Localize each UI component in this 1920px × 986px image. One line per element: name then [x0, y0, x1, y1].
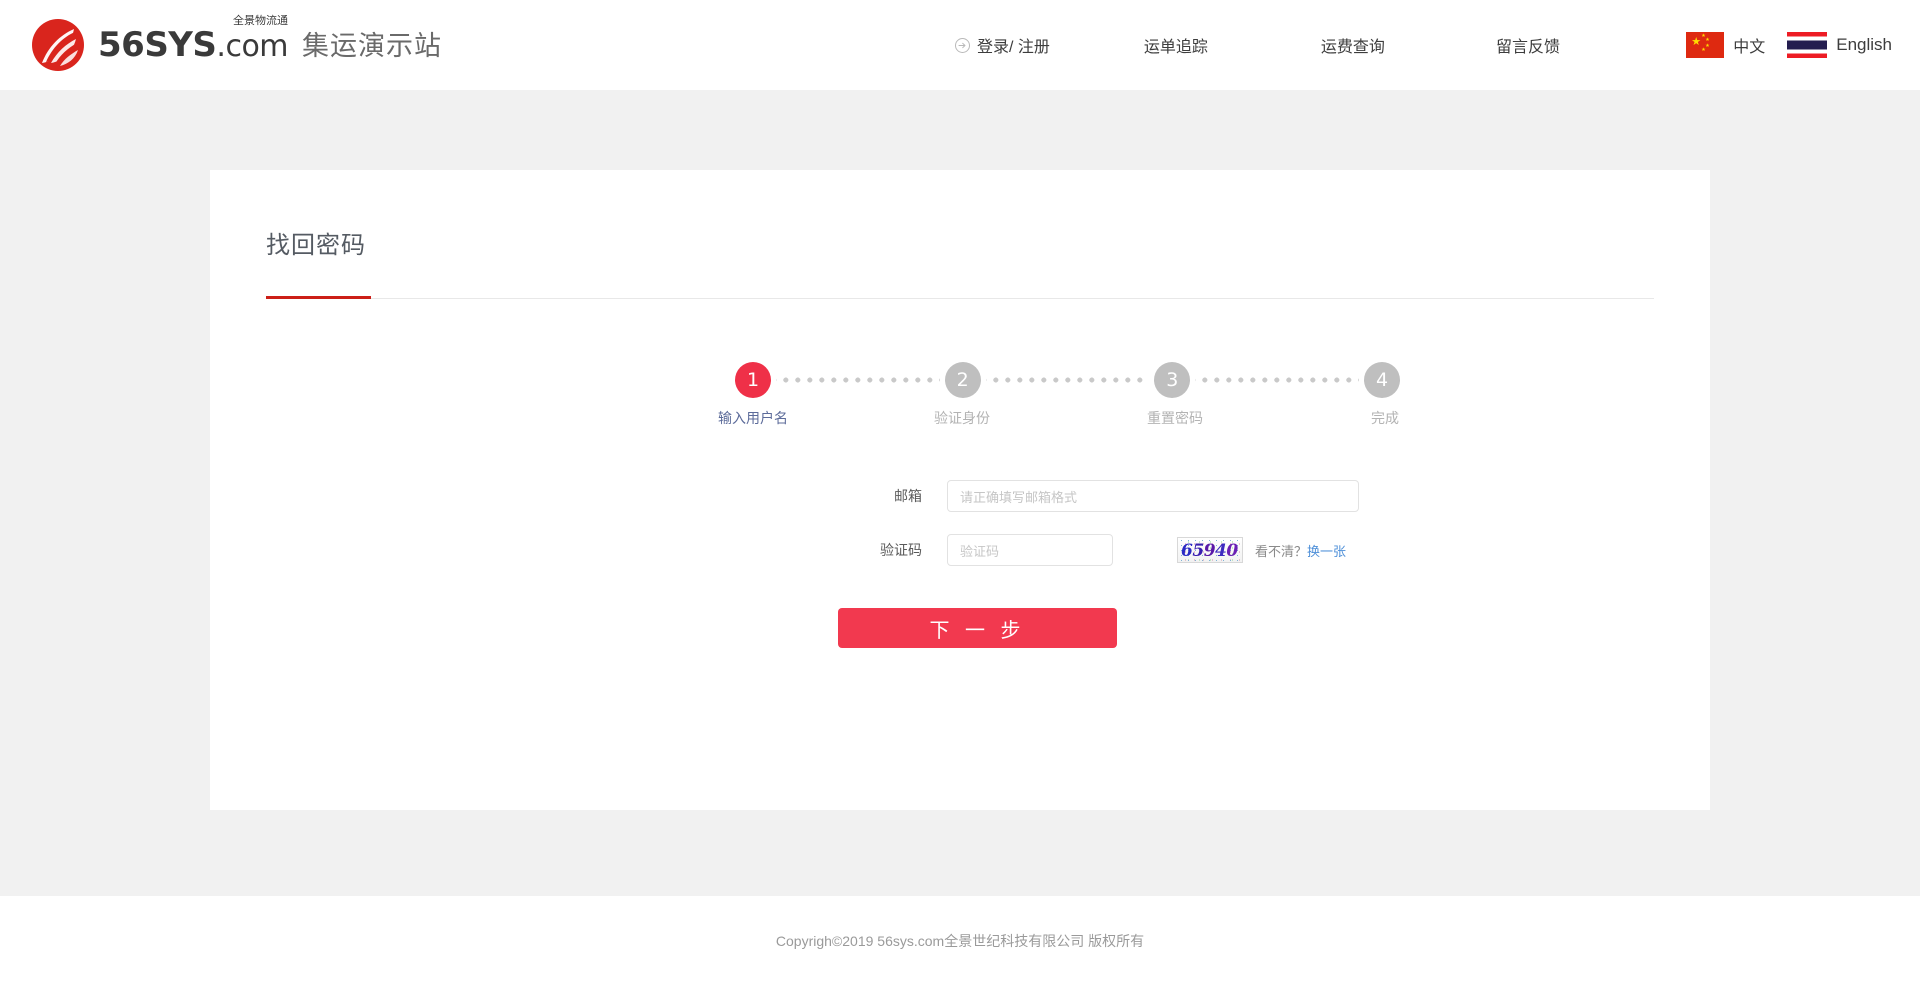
captcha-image[interactable]: 65940	[1177, 537, 1243, 563]
step-label-4: 完成	[1371, 408, 1399, 428]
nav-label-feedback: 留言反馈	[1496, 33, 1560, 57]
step-connector-2	[986, 377, 1150, 383]
language-switcher: ★ ★ ★ ★ ★ 中文 English	[1686, 0, 1892, 90]
nav-item-feedback[interactable]: 留言反馈	[1496, 33, 1560, 57]
site-header: 56SYS.com 全景物流通 集运演示站 登录/ 注册 运单追踪 运费查询 留…	[0, 0, 1920, 90]
captcha-row: 验证码 验证码 65940 看不清？换一张	[210, 534, 1710, 566]
title-divider	[266, 298, 1654, 299]
site-name: 集运演示站	[302, 33, 442, 62]
brand-wordmark: 56SYS.com 全景物流通	[98, 28, 288, 62]
nav-item-login-register[interactable]: 登录/ 注册	[955, 33, 1050, 57]
nav-item-track[interactable]: 运单追踪	[1144, 33, 1208, 57]
arrow-circle-icon	[955, 38, 970, 53]
step-label-2: 验证身份	[934, 408, 990, 428]
nav-label-login-register: 登录/ 注册	[977, 33, 1050, 57]
brand-domain: .com	[216, 29, 288, 64]
copyright-text: Copyrigh©2019 56sys.com全景世纪科技有限公司 版权所有	[776, 931, 1144, 951]
step-circle-1[interactable]: 1	[735, 362, 771, 398]
language-option-chinese[interactable]: ★ ★ ★ ★ ★ 中文	[1686, 32, 1765, 58]
language-label-chinese: 中文	[1733, 33, 1765, 57]
brand-cn-tagline: 全景物流通	[233, 15, 288, 26]
forgot-password-card: 找回密码 1 2 3 4 输入用户名 验证身份 重置密码 完成	[210, 170, 1710, 810]
brand-swoosh-icon	[30, 17, 86, 73]
main-nav: 登录/ 注册 运单追踪 运费查询 留言反馈	[955, 0, 1560, 90]
email-input-placeholder: 请正确填写邮箱格式	[960, 487, 1077, 506]
language-option-english[interactable]: English	[1787, 32, 1892, 58]
nav-label-freight-query: 运费查询	[1321, 33, 1385, 57]
captcha-label: 验证码	[210, 540, 947, 560]
step-label-row: 输入用户名 验证身份 重置密码 完成	[735, 408, 1400, 428]
step-label-3: 重置密码	[1147, 408, 1203, 428]
flag-thailand-icon	[1787, 32, 1827, 58]
step-indicator: 1 2 3 4 输入用户名 验证身份 重置密码 完成	[735, 360, 1400, 440]
forgot-password-form: 邮箱 请正确填写邮箱格式 验证码 验证码 65940 看不清？换一张	[210, 480, 1710, 648]
next-step-button[interactable]: 下 一 步	[838, 608, 1117, 648]
step-connector-1	[776, 377, 940, 383]
step-label-1: 输入用户名	[718, 408, 788, 428]
site-footer: Copyrigh©2019 56sys.com全景世纪科技有限公司 版权所有	[0, 896, 1920, 986]
nav-item-freight-query[interactable]: 运费查询	[1321, 33, 1385, 57]
step-connector-3	[1195, 377, 1359, 383]
submit-row: 下 一 步	[210, 608, 1710, 648]
page-body: 找回密码 1 2 3 4 输入用户名 验证身份 重置密码 完成	[0, 90, 1920, 896]
captcha-refresh-link[interactable]: 换一张	[1307, 544, 1346, 559]
email-input[interactable]: 请正确填写邮箱格式	[947, 480, 1359, 512]
captcha-code: 65940	[1181, 541, 1238, 561]
step-track: 1 2 3 4	[735, 360, 1400, 400]
captcha-input-placeholder: 验证码	[960, 541, 999, 560]
email-label: 邮箱	[210, 486, 947, 506]
step-circle-2[interactable]: 2	[945, 362, 981, 398]
captcha-input[interactable]: 验证码	[947, 534, 1113, 566]
title-divider-accent	[266, 296, 371, 299]
flag-china-icon: ★ ★ ★ ★ ★	[1686, 32, 1724, 58]
nav-label-track: 运单追踪	[1144, 33, 1208, 57]
email-row: 邮箱 请正确填写邮箱格式	[210, 480, 1710, 512]
captcha-refresh-hint: 看不清？换一张	[1255, 541, 1346, 560]
brand-name: 56SYS	[98, 25, 216, 65]
logo[interactable]: 56SYS.com 全景物流通 集运演示站	[30, 17, 442, 73]
language-label-english: English	[1836, 35, 1892, 55]
step-circle-4[interactable]: 4	[1364, 362, 1400, 398]
step-circle-3[interactable]: 3	[1154, 362, 1190, 398]
captcha-hint-text: 看不清？	[1255, 544, 1307, 559]
page-title: 找回密码	[266, 225, 366, 260]
